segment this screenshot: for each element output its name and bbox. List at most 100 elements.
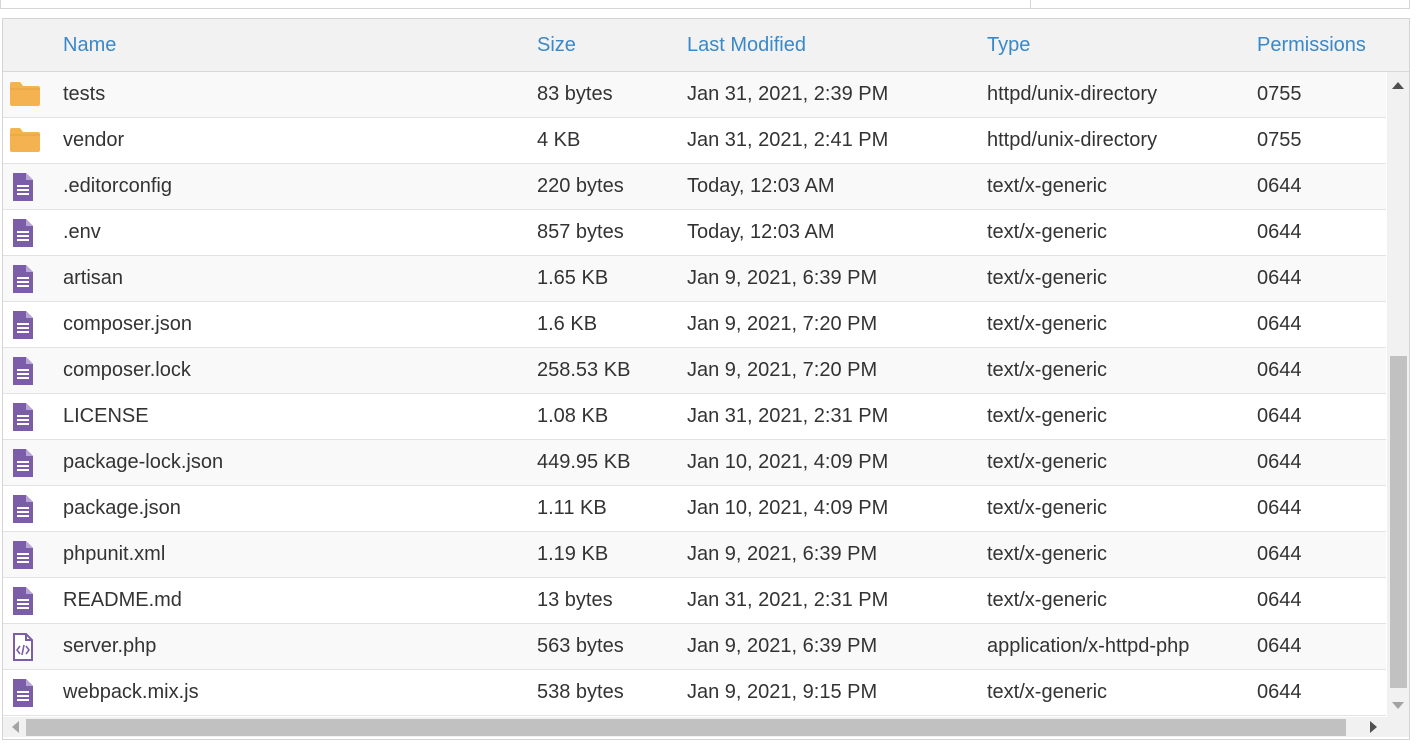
file-type: text/x-generic — [987, 267, 1108, 289]
file-text-icon — [9, 357, 43, 385]
scroll-left-arrow-icon[interactable] — [12, 721, 19, 733]
file-type: text/x-generic — [987, 221, 1108, 243]
file-size: 1.65 KB — [537, 267, 609, 289]
file-size: 538 bytes — [537, 681, 624, 703]
horizontal-scroll-thumb[interactable] — [26, 719, 1346, 736]
scroll-down-arrow-icon[interactable] — [1392, 702, 1404, 709]
column-header-last-modified[interactable]: Last Modified — [687, 34, 806, 57]
file-size: 83 bytes — [537, 83, 613, 105]
file-size: 1.11 KB — [537, 497, 607, 519]
file-modified: Jan 31, 2021, 2:39 PM — [687, 83, 889, 105]
file-name: composer.lock — [63, 359, 191, 381]
table-row[interactable]: composer.lock 258.53 KB Jan 9, 2021, 7:20 … — [3, 348, 1386, 394]
file-name: webpack.mix.js — [63, 681, 199, 703]
table-header: Name Size Last Modified Type Permissions — [3, 19, 1409, 72]
file-permissions: 0644 — [1257, 267, 1302, 289]
file-text-icon — [9, 173, 43, 201]
file-code-icon — [9, 633, 43, 661]
file-text-icon — [9, 311, 43, 339]
file-permissions: 0644 — [1257, 681, 1302, 703]
file-name: server.php — [63, 635, 157, 657]
table-row[interactable]: LICENSE 1.08 KB Jan 31, 2021, 2:31 PM text/… — [3, 394, 1386, 440]
file-size: 1.19 KB — [537, 543, 609, 565]
folder-icon — [9, 127, 43, 155]
file-text-icon — [9, 587, 43, 615]
table-row[interactable]: artisan 1.65 KB Jan 9, 2021, 6:39 PM text/x… — [3, 256, 1386, 302]
file-type: text/x-generic — [987, 359, 1108, 381]
file-name: .env — [63, 221, 101, 243]
file-text-icon — [9, 449, 43, 477]
table-row[interactable]: webpack.mix.js 538 bytes Jan 9, 2021, 9:15… — [3, 670, 1386, 716]
table-row[interactable]: composer.json 1.6 KB Jan 9, 2021, 7:20 PM t… — [3, 302, 1386, 348]
horizontal-scrollbar[interactable] — [3, 717, 1409, 737]
column-header-name[interactable]: Name — [63, 34, 116, 57]
file-permissions: 0644 — [1257, 635, 1302, 657]
table-row[interactable]: tests 83 bytes Jan 31, 2021, 2:39 PM httpd/… — [3, 72, 1386, 118]
file-name: phpunit.xml — [63, 543, 166, 565]
file-name: README.md — [63, 589, 182, 611]
file-permissions: 0644 — [1257, 543, 1302, 565]
file-permissions: 0644 — [1257, 359, 1302, 381]
file-name: vendor — [63, 129, 125, 151]
table-row[interactable]: package-lock.json 449.95 KB Jan 10, 2021, … — [3, 440, 1386, 486]
toolbar-divider — [1030, 0, 1031, 9]
file-text-icon — [9, 403, 43, 431]
file-modified: Jan 9, 2021, 7:20 PM — [687, 359, 878, 381]
file-modified: Today, 12:03 AM — [687, 175, 835, 197]
file-text-icon — [9, 265, 43, 293]
file-table-body: tests 83 bytes Jan 31, 2021, 2:39 PM httpd/… — [3, 72, 1386, 717]
file-modified: Jan 10, 2021, 4:09 PM — [687, 497, 889, 519]
column-header-permissions[interactable]: Permissions — [1257, 34, 1366, 57]
table-row[interactable]: phpunit.xml 1.19 KB Jan 9, 2021, 6:39 PM te… — [3, 532, 1386, 578]
file-permissions: 0755 — [1257, 129, 1302, 151]
file-name: .editorconfig — [63, 175, 172, 197]
file-name: artisan — [63, 267, 124, 289]
file-size: 4 KB — [537, 129, 581, 151]
top-toolbar-strip — [0, 0, 1410, 9]
folder-icon — [9, 81, 43, 109]
file-name: composer.json — [63, 313, 192, 335]
file-type: httpd/unix-directory — [987, 129, 1158, 151]
file-size: 563 bytes — [537, 635, 624, 657]
vertical-scroll-thumb[interactable] — [1390, 356, 1407, 688]
file-type: text/x-generic — [987, 589, 1108, 611]
vertical-scrollbar[interactable] — [1387, 72, 1409, 717]
table-row[interactable]: package.json 1.11 KB Jan 10, 2021, 4:09 PM… — [3, 486, 1386, 532]
file-text-icon — [9, 679, 43, 707]
file-type: text/x-generic — [987, 497, 1108, 519]
table-row[interactable]: .editorconfig 220 bytes Today, 12:03 AM tex… — [3, 164, 1386, 210]
file-size: 220 bytes — [537, 175, 624, 197]
scroll-right-arrow-icon[interactable] — [1370, 721, 1377, 733]
scroll-up-arrow-icon[interactable] — [1392, 82, 1404, 89]
file-permissions: 0644 — [1257, 313, 1302, 335]
file-size: 449.95 KB — [537, 451, 631, 473]
file-type: application/x-httpd-php — [987, 635, 1190, 657]
file-modified: Jan 31, 2021, 2:41 PM — [687, 129, 889, 151]
file-modified: Jan 9, 2021, 6:39 PM — [687, 543, 878, 565]
file-size: 1.08 KB — [537, 405, 609, 427]
file-list-panel: Name Size Last Modified Type Permissions… — [2, 18, 1410, 740]
file-modified: Jan 9, 2021, 7:20 PM — [687, 313, 878, 335]
table-row[interactable]: vendor 4 KB Jan 31, 2021, 2:41 PM httpd/uni… — [3, 118, 1386, 164]
file-type: text/x-generic — [987, 543, 1108, 565]
column-header-type[interactable]: Type — [987, 34, 1030, 57]
file-type: text/x-generic — [987, 313, 1108, 335]
file-name: package.json — [63, 497, 181, 519]
file-modified: Jan 31, 2021, 2:31 PM — [687, 589, 889, 611]
file-name: LICENSE — [63, 405, 149, 427]
file-type: text/x-generic — [987, 451, 1108, 473]
file-modified: Jan 10, 2021, 4:09 PM — [687, 451, 889, 473]
file-modified: Jan 9, 2021, 6:39 PM — [687, 267, 878, 289]
file-size: 13 bytes — [537, 589, 613, 611]
file-size: 857 bytes — [537, 221, 624, 243]
file-type: text/x-generic — [987, 405, 1108, 427]
file-permissions: 0644 — [1257, 175, 1302, 197]
table-row[interactable]: server.php 563 bytes Jan 9, 2021, 6:39 PM a… — [3, 624, 1386, 670]
file-modified: Today, 12:03 AM — [687, 221, 835, 243]
file-permissions: 0644 — [1257, 221, 1302, 243]
file-text-icon — [9, 541, 43, 569]
table-row[interactable]: README.md 13 bytes Jan 31, 2021, 2:31 PM te… — [3, 578, 1386, 624]
column-header-size[interactable]: Size — [537, 34, 576, 57]
table-row[interactable]: .env 857 bytes Today, 12:03 AM text/x-gener… — [3, 210, 1386, 256]
file-size: 258.53 KB — [537, 359, 631, 381]
